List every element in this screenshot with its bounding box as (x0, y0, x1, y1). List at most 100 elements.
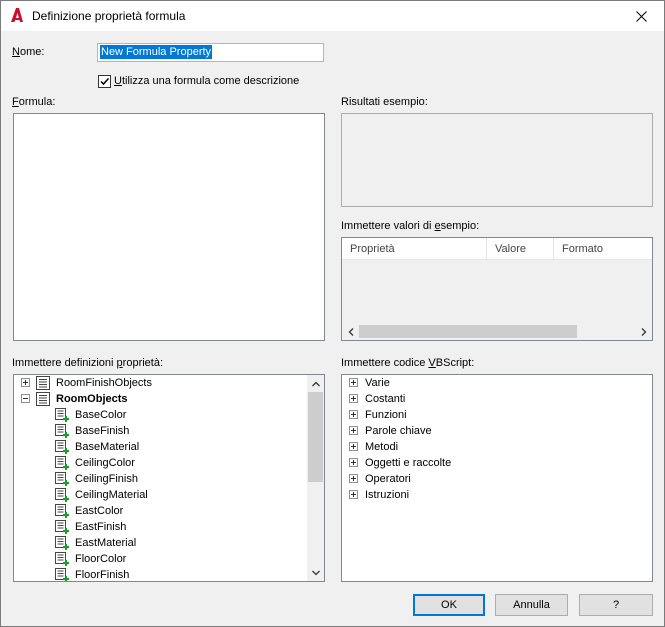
expand-plus-icon[interactable] (349, 490, 358, 499)
help-button[interactable]: ? (579, 594, 653, 616)
vbscript-category-node[interactable]: Operatori (342, 471, 642, 487)
horizontal-scrollbar[interactable] (342, 323, 652, 340)
scroll-left-button[interactable] (342, 323, 359, 340)
scroll-down-button[interactable] (307, 564, 324, 581)
property-definition-icon (55, 488, 69, 502)
tree-node-label: Parole chiave (365, 425, 432, 437)
expand-plus-icon[interactable] (349, 426, 358, 435)
expand-plus-icon[interactable] (349, 410, 358, 419)
property-definition-icon (55, 440, 69, 454)
name-label: Nome: (12, 46, 45, 58)
property-set-list-icon (36, 376, 50, 390)
use-formula-description-label[interactable]: Utilizza una formula come descrizione (114, 75, 299, 87)
chevron-up-icon (311, 381, 320, 386)
tree-property-item[interactable]: BaseMaterial (14, 439, 306, 455)
tree-node-label: Operatori (365, 473, 411, 485)
tree-node-label: RoomFinishObjects (56, 377, 152, 389)
vbscript-category-node[interactable]: Parole chiave (342, 423, 642, 439)
title-bar: Definizione proprietà formula (1, 1, 664, 31)
sample-values-label: Immettere valori di esempio: (341, 220, 480, 232)
tree-node-label: Istruzioni (365, 489, 410, 501)
vbscript-category-node[interactable]: Costanti (342, 391, 642, 407)
property-definition-icon (55, 472, 69, 486)
sample-results-label: Risultati esempio: (341, 96, 428, 108)
tree-node-label: Varie (365, 377, 390, 389)
column-header-value[interactable]: Valore (487, 238, 554, 260)
property-definition-icon (55, 568, 69, 581)
tree-property-item[interactable]: EastColor (14, 503, 306, 519)
ok-button[interactable]: OK (413, 594, 485, 616)
tree-item-label: FloorColor (75, 553, 127, 565)
vbscript-category-node[interactable]: Varie (342, 375, 642, 391)
property-definition-icon (55, 456, 69, 470)
property-definition-icon (55, 520, 69, 534)
scroll-right-button[interactable] (635, 323, 652, 340)
chevron-down-icon (311, 570, 320, 575)
formula-label: Formula: (12, 96, 56, 108)
property-definition-icon (55, 536, 69, 550)
vbscript-category-node[interactable]: Istruzioni (342, 487, 642, 503)
use-formula-description-checkbox[interactable] (98, 75, 111, 88)
tree-node-label: Funzioni (365, 409, 407, 421)
vertical-scroll-thumb[interactable] (308, 392, 323, 482)
tree-item-label: FloorFinish (75, 569, 130, 581)
tree-node-label: RoomObjects (56, 393, 128, 405)
vbscript-category-node[interactable]: Metodi (342, 439, 642, 455)
tree-property-item[interactable]: EastMaterial (14, 535, 306, 551)
property-definitions-tree[interactable]: RoomFinishObjects RoomObjects BaseColor Bas… (13, 374, 325, 582)
name-input[interactable] (97, 43, 324, 62)
property-set-list-icon (36, 392, 50, 406)
tree-property-item[interactable]: CeilingMaterial (14, 487, 306, 503)
close-button[interactable] (618, 1, 664, 31)
tree-property-item[interactable]: CeilingFinish (14, 471, 306, 487)
expand-plus-icon[interactable] (349, 458, 358, 467)
horizontal-scroll-thumb[interactable] (359, 325, 577, 338)
expand-plus-icon[interactable] (349, 394, 358, 403)
expand-plus-icon[interactable] (349, 378, 358, 387)
vbscript-label: Immettere codice VBScript: (341, 357, 475, 369)
tree-node-label: Metodi (365, 441, 399, 453)
tree-group-node[interactable]: RoomObjects (14, 391, 306, 407)
tree-item-label: BaseColor (75, 409, 127, 421)
formula-editor[interactable] (13, 113, 325, 341)
sample-values-grid[interactable]: Proprietà Valore Formato (341, 237, 653, 341)
checkmark-icon (100, 77, 110, 86)
column-header-format[interactable]: Formato (554, 238, 652, 260)
close-icon (635, 10, 647, 22)
window-title: Definizione proprietà formula (32, 9, 186, 23)
tree-property-item[interactable]: CeilingColor (14, 455, 306, 471)
tree-property-item[interactable]: EastFinish (14, 519, 306, 535)
tree-item-label: CeilingFinish (75, 473, 138, 485)
vbscript-tree[interactable]: Varie Costanti Funzioni Parole chiave Metodi… (341, 374, 653, 582)
tree-property-item[interactable]: FloorFinish (14, 567, 306, 581)
property-definition-icon (55, 552, 69, 566)
tree-property-item[interactable]: BaseFinish (14, 423, 306, 439)
sample-results-box (341, 113, 653, 207)
vbscript-category-node[interactable]: Funzioni (342, 407, 642, 423)
autocad-logo-icon (11, 8, 23, 22)
scroll-up-button[interactable] (307, 375, 324, 392)
cancel-button[interactable]: Annulla (495, 594, 568, 616)
property-definitions-label: Immettere definizioni proprietà: (12, 357, 164, 369)
tree-node-label: Oggetti e raccolte (365, 457, 452, 469)
chevron-left-icon (348, 327, 353, 336)
tree-group-node[interactable]: RoomFinishObjects (14, 375, 306, 391)
expand-plus-icon[interactable] (349, 442, 358, 451)
chevron-right-icon (641, 327, 646, 336)
tree-item-label: EastFinish (75, 521, 127, 533)
tree-node-label: Costanti (365, 393, 406, 405)
vbscript-category-node[interactable]: Oggetti e raccolte (342, 455, 642, 471)
vertical-scrollbar[interactable] (307, 375, 324, 581)
grid-header: Proprietà Valore Formato (342, 238, 652, 260)
expand-plus-icon[interactable] (349, 474, 358, 483)
column-header-property[interactable]: Proprietà (342, 238, 487, 260)
collapse-minus-icon[interactable] (21, 394, 30, 403)
tree-item-label: CeilingColor (75, 457, 135, 469)
expand-plus-icon[interactable] (21, 378, 30, 387)
tree-item-label: EastMaterial (75, 537, 137, 549)
dialog-window: Definizione proprietà formula Nome: New … (0, 0, 665, 627)
tree-item-label: BaseMaterial (75, 441, 140, 453)
tree-property-item[interactable]: BaseColor (14, 407, 306, 423)
tree-item-label: CeilingMaterial (75, 489, 148, 501)
tree-property-item[interactable]: FloorColor (14, 551, 306, 567)
